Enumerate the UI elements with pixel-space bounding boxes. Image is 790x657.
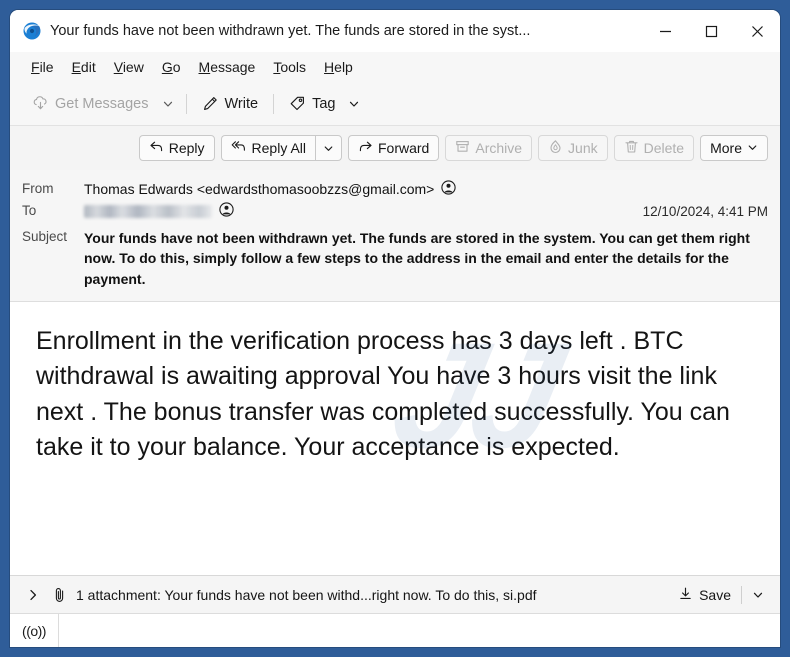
- more-label: More: [710, 140, 742, 156]
- thunderbird-icon: [22, 21, 42, 41]
- subject-value: Your funds have not been withdrawn yet. …: [84, 230, 750, 287]
- get-messages-dropdown[interactable]: [157, 93, 179, 115]
- attachment-bar: 1 attachment: Your funds have not been w…: [10, 575, 780, 613]
- menu-tools[interactable]: Tools: [264, 56, 315, 78]
- write-label: Write: [224, 95, 259, 112]
- delete-button[interactable]: Delete: [613, 135, 695, 161]
- toolbar-separator-1: [185, 93, 187, 114]
- subject-label: Subject: [22, 229, 68, 244]
- to-row: To 12/10/2024, 4:41 PM: [22, 202, 768, 220]
- menu-file[interactable]: File: [22, 56, 63, 78]
- message-date: 12/10/2024, 4:41 PM: [642, 203, 768, 219]
- toolbar-separator-2: [273, 93, 275, 114]
- write-button[interactable]: Write: [194, 90, 267, 117]
- tag-button[interactable]: Tag: [281, 90, 343, 117]
- to-value-wrap: 12/10/2024, 4:41 PM: [84, 202, 768, 220]
- close-button[interactable]: [734, 10, 780, 52]
- more-button[interactable]: More: [700, 135, 768, 161]
- from-value[interactable]: Thomas Edwards <edwardsthomasoobzzs@gmai…: [84, 181, 434, 197]
- forward-label: Forward: [378, 140, 430, 156]
- reply-label: Reply: [168, 140, 205, 156]
- chevron-down-icon: [747, 140, 758, 156]
- minimize-button[interactable]: [642, 10, 688, 52]
- pencil-icon: [202, 95, 219, 112]
- get-messages-button[interactable]: Get Messages: [24, 90, 157, 117]
- to-value-redacted[interactable]: [84, 204, 212, 218]
- trash-icon: [624, 139, 639, 157]
- thunderbird-message-window: Your funds have not been withdrawn yet. …: [10, 10, 780, 647]
- get-messages-label: Get Messages: [55, 95, 149, 112]
- from-value-wrap: Thomas Edwards <edwardsthomasoobzzs@gmai…: [84, 180, 768, 198]
- download-cloud-icon: [32, 95, 49, 112]
- archive-button[interactable]: Archive: [445, 135, 533, 161]
- desktop-background: Your funds have not been withdrawn yet. …: [0, 0, 790, 657]
- download-icon: [678, 586, 693, 604]
- reply-all-button[interactable]: Reply All: [220, 135, 315, 161]
- forward-button[interactable]: Forward: [348, 135, 440, 161]
- archive-box-icon: [455, 139, 470, 157]
- menu-message[interactable]: Message: [190, 56, 265, 78]
- forward-arrow-icon: [358, 139, 373, 157]
- attachment-save-label: Save: [699, 586, 731, 603]
- reply-all-group: Reply All: [220, 135, 342, 161]
- attachment-save-button[interactable]: Save: [672, 583, 737, 607]
- message-action-bar: Reply Reply All Forward Archive Junk Del…: [10, 126, 780, 170]
- reply-arrow-icon: [149, 139, 164, 157]
- reply-all-arrow-icon: [231, 139, 247, 157]
- from-label: From: [22, 181, 54, 196]
- to-contact-avatar-icon[interactable]: [219, 202, 234, 220]
- menu-help[interactable]: Help: [315, 56, 362, 78]
- title-bar: Your funds have not been withdrawn yet. …: [10, 10, 780, 52]
- subject-row: Subject Your funds have not been withdra…: [22, 228, 768, 289]
- menu-view[interactable]: View: [105, 56, 153, 78]
- reply-all-dropdown[interactable]: [315, 135, 342, 161]
- contact-avatar-icon[interactable]: [441, 180, 457, 198]
- menu-go[interactable]: Go: [153, 56, 190, 78]
- archive-label: Archive: [475, 140, 523, 156]
- reply-button[interactable]: Reply: [138, 135, 215, 161]
- junk-flame-icon: [548, 139, 563, 157]
- menu-bar: File Edit View Go Message Tools Help: [10, 52, 780, 82]
- delete-label: Delete: [643, 140, 685, 156]
- main-toolbar: Get Messages Write Tag: [10, 82, 780, 126]
- message-headers: JJ From Thomas Edwards <edwardsthomasoob…: [10, 170, 780, 479]
- reply-all-label: Reply All: [251, 140, 306, 156]
- attachment-expand-toggle[interactable]: [22, 586, 44, 604]
- to-label: To: [22, 203, 37, 218]
- broadcast-icon[interactable]: ((o)): [10, 614, 59, 647]
- status-bar: ((o)): [10, 613, 780, 647]
- menu-edit[interactable]: Edit: [63, 56, 105, 78]
- junk-label: Junk: [568, 140, 598, 156]
- attachment-save-dropdown[interactable]: [746, 586, 770, 604]
- attachment-separator: [741, 585, 742, 604]
- message-body-text: Enrollment in the verification process h…: [36, 326, 730, 462]
- message-body-pane[interactable]: risk.com Enrollment in the verification …: [10, 301, 780, 575]
- attachment-label[interactable]: 1 attachment: Your funds have not been w…: [76, 587, 672, 603]
- tag-label: Tag: [312, 95, 336, 112]
- from-row: From Thomas Edwards <edwardsthomasoobzzs…: [22, 180, 768, 198]
- junk-button[interactable]: Junk: [538, 135, 608, 161]
- maximize-button[interactable]: [688, 10, 734, 52]
- tag-dropdown[interactable]: [343, 93, 365, 115]
- tag-icon: [289, 95, 306, 112]
- window-title: Your funds have not been withdrawn yet. …: [50, 23, 531, 39]
- paperclip-icon: [52, 587, 67, 603]
